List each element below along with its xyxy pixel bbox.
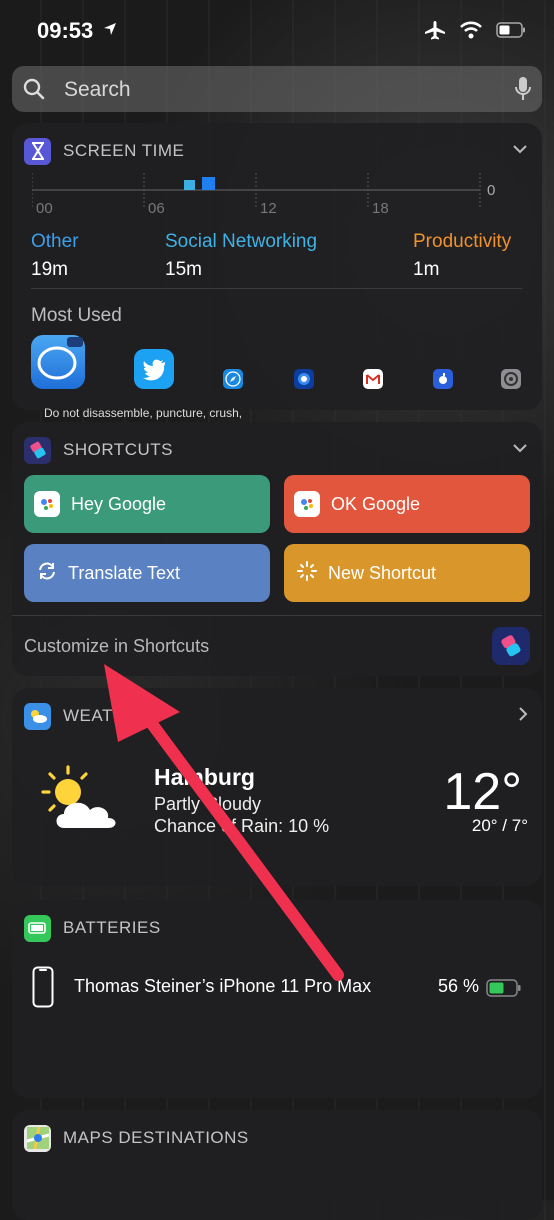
button-label: OK Google (331, 493, 421, 514)
google-assistant-icon (34, 491, 60, 517)
app-icon-blue[interactable] (294, 369, 314, 389)
widget-title: MAPS DESTINATIONS (63, 1128, 249, 1147)
tick-18: 18 (372, 200, 389, 217)
translate-text-button[interactable]: Translate Text (24, 544, 270, 602)
shortcuts-app-icon[interactable] (492, 627, 530, 665)
axis-max-label: 0 (487, 182, 495, 199)
most-used-label: Most Used (31, 305, 122, 326)
messaging-app-icon[interactable] (31, 335, 85, 389)
status-bar: 09:53 (0, 0, 554, 60)
chevron-down-icon[interactable] (512, 141, 528, 159)
chevron-down-icon[interactable] (512, 440, 528, 458)
category-social-networking: Social Networking 15m (165, 231, 318, 280)
weather-city: Hamburg (154, 764, 255, 790)
device-name: Thomas Steiner’s iPhone 11 Pro Max (74, 976, 372, 996)
weather-condition: Partly Cloudy (154, 794, 262, 814)
button-label: Hey Google (71, 493, 167, 514)
weather-widget[interactable]: WEATHER Hamburg Partly Cloudy Chance of … (12, 688, 542, 886)
battery-percent: 56 % (438, 976, 480, 996)
divider (12, 615, 542, 616)
ok-google-button[interactable]: OK Google (284, 475, 530, 533)
maps-app-icon (24, 1124, 51, 1152)
gmail-icon[interactable] (363, 369, 383, 389)
status-time: 09:53 (37, 18, 94, 43)
widget-title: SHORTCUTS (63, 440, 173, 459)
usage-bar-2 (202, 177, 215, 190)
usage-bar-1 (184, 180, 195, 190)
usage-chart: 0 00 06 12 18 (31, 173, 502, 219)
chevron-right-icon[interactable] (518, 706, 528, 727)
category-productivity: Productivity 1m (413, 231, 512, 280)
weather-rain-chance: Chance of Rain: 10 % (154, 816, 330, 836)
partly-cloudy-icon (34, 764, 126, 839)
app-icon-apple[interactable] (433, 369, 453, 389)
airplane-mode-icon (424, 20, 446, 45)
weather-high-low: 20° / 7° (471, 816, 528, 835)
batteries-widget[interactable]: BATTERIES Thomas Steiner’s iPhone 11 Pro… (12, 900, 542, 1098)
search-icon (22, 77, 46, 106)
shortcuts-widget[interactable]: SHORTCUTS Hey Google OK Google Translate… (12, 422, 542, 676)
customize-in-shortcuts-link[interactable]: Customize in Shortcuts (24, 636, 209, 657)
search-input[interactable]: Search (64, 78, 131, 102)
refresh-icon (36, 560, 58, 587)
google-assistant-icon (294, 491, 320, 517)
category-other: Other 19m (31, 231, 79, 280)
tick-06: 06 (148, 200, 165, 217)
battery-level-icon (486, 979, 522, 1002)
settings-icon[interactable] (501, 369, 521, 389)
tick-12: 12 (260, 200, 277, 217)
sparkle-icon (296, 560, 318, 587)
weather-app-icon (24, 702, 51, 730)
hourglass-icon (24, 137, 51, 165)
widget-title: SCREEN TIME (63, 141, 185, 160)
location-arrow-icon (103, 22, 117, 41)
twitter-icon[interactable] (134, 349, 174, 389)
divider (31, 288, 522, 289)
maps-destinations-widget[interactable]: MAPS DESTINATIONS (12, 1110, 542, 1220)
tick-00: 00 (36, 200, 53, 217)
button-label: Translate Text (68, 562, 181, 583)
search-bar[interactable]: Search (12, 66, 542, 112)
widget-title: BATTERIES (63, 918, 161, 937)
batteries-app-icon (24, 914, 51, 942)
iphone-icon (32, 966, 54, 1013)
category-summary: Other 19m Social Networking 15m Producti… (31, 231, 529, 291)
weather-temperature: 12° (443, 763, 522, 821)
screen-time-widget[interactable]: SCREEN TIME 0 00 06 12 18 Other 19m Soci… (12, 123, 542, 410)
shortcuts-app-icon (24, 436, 51, 464)
microphone-icon[interactable] (514, 76, 532, 107)
button-label: New Shortcut (328, 562, 437, 583)
hey-google-button[interactable]: Hey Google (24, 475, 270, 533)
battery-status-icon (496, 22, 526, 43)
safari-icon[interactable] (223, 369, 243, 389)
wifi-icon (460, 21, 482, 44)
widget-title: WEATHER (63, 706, 151, 725)
new-shortcut-button[interactable]: New Shortcut (284, 544, 530, 602)
wallpaper-text: Do not disassemble, puncture, crush, (44, 406, 243, 420)
